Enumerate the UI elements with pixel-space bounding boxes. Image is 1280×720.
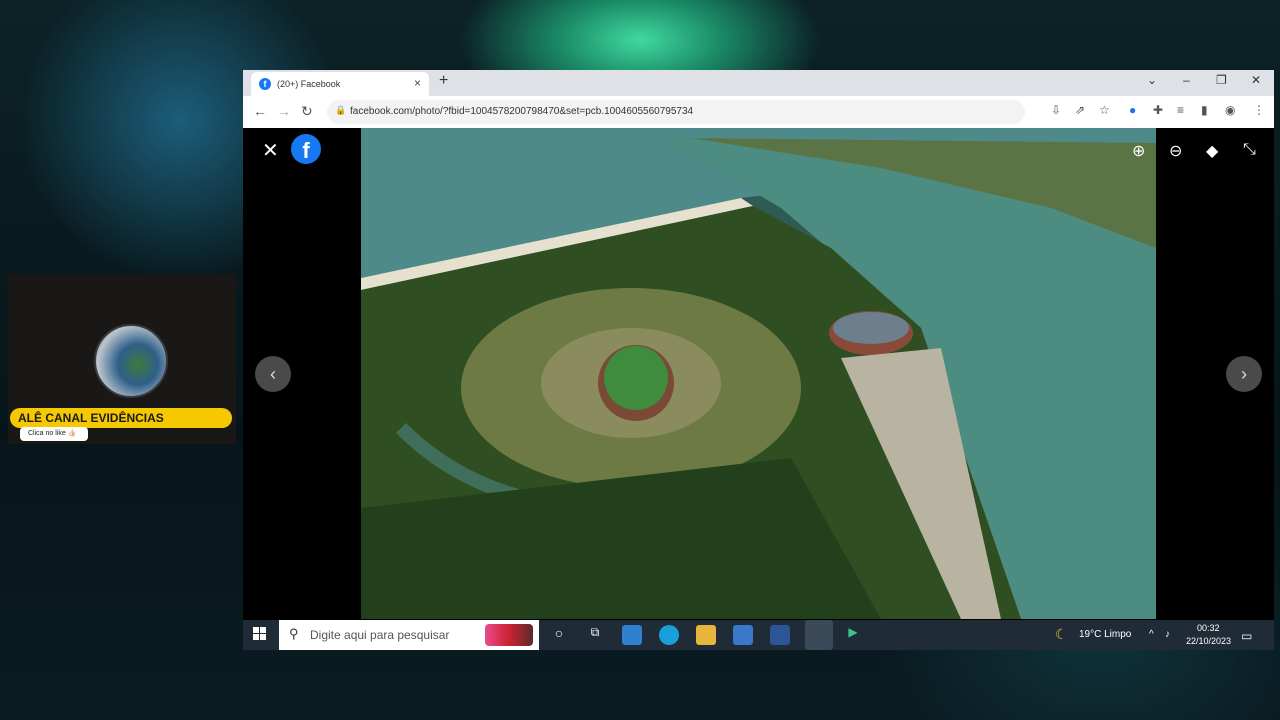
taskbar: ⚲ Digite aqui para pesquisar ○ ⧉ ▶ ☾ 19°… (243, 620, 1274, 650)
restore-button[interactable]: ❐ (1216, 73, 1227, 87)
close-viewer-icon[interactable]: ✕ (262, 138, 279, 163)
moon-icon: ☾ (1055, 626, 1068, 642)
search-icon: ⚲ (289, 626, 299, 641)
clock-time[interactable]: 00:32 (1197, 623, 1220, 633)
notifications-icon[interactable]: ▭ (1241, 629, 1252, 643)
zoom-in-icon[interactable]: ⊕ (1132, 141, 1145, 161)
task-view-icon[interactable]: ⧉ (585, 625, 605, 645)
collapse-icon[interactable]: ⤡ (1243, 141, 1256, 159)
close-window-button[interactable]: ✕ (1251, 73, 1261, 87)
cortana-icon[interactable]: ○ (549, 625, 569, 645)
edge-icon[interactable] (659, 625, 679, 645)
zoom-out-icon[interactable]: ⊖ (1169, 141, 1182, 161)
url-text: facebook.com/photo/?fbid=100457820079847… (350, 106, 694, 117)
extensions-puzzle-icon[interactable]: ✚ (1153, 103, 1163, 117)
side-panel-icon[interactable]: ▮ (1201, 103, 1208, 117)
mail-icon[interactable] (622, 625, 642, 645)
facebook-favicon-icon: f (259, 78, 271, 90)
lock-icon[interactable]: 🔒 (335, 105, 346, 116)
reload-icon[interactable]: ↻ (301, 103, 313, 120)
tab-bar: f (20+) Facebook × + ⌄ – ❐ ✕ (243, 70, 1274, 96)
taskbar-search-box[interactable]: ⚲ Digite aqui para pesquisar (279, 620, 539, 650)
weather-text[interactable]: 19°C Limpo (1079, 629, 1131, 640)
app-icon[interactable]: ▶ (843, 625, 863, 645)
address-bar: ← → ↻ 🔒 facebook.com/photo/?fbid=1004578… (243, 96, 1274, 128)
windows-start-icon[interactable] (253, 627, 267, 641)
tab-facebook[interactable]: f (20+) Facebook × (251, 72, 429, 96)
store-icon[interactable] (733, 625, 753, 645)
minimize-button[interactable]: – (1183, 73, 1190, 87)
previous-photo-button[interactable]: ‹ (255, 356, 291, 392)
tag-icon[interactable]: ◆ (1206, 141, 1218, 161)
back-icon[interactable]: ← (253, 103, 267, 119)
install-icon[interactable]: ⇩ (1051, 103, 1061, 117)
facebook-logo[interactable]: f (291, 134, 321, 164)
browser-window: f (20+) Facebook × + ⌄ – ❐ ✕ ← → ↻ 🔒 fac… (243, 70, 1274, 650)
tab-search-icon[interactable]: ⌄ (1147, 73, 1157, 87)
clock-date[interactable]: 22/10/2023 (1186, 636, 1231, 646)
reading-list-icon[interactable]: ≡ (1177, 103, 1184, 117)
forward-icon[interactable]: → (277, 103, 291, 119)
chrome-icon[interactable] (805, 620, 833, 650)
like-prompt: Clica no like 👍🏻 (20, 427, 88, 441)
bookmark-star-icon[interactable]: ☆ (1099, 103, 1110, 117)
word-icon[interactable] (770, 625, 790, 645)
tab-title: (20+) Facebook (277, 79, 341, 89)
search-placeholder: Digite aqui para pesquisar (310, 628, 450, 642)
next-photo-button[interactable]: › (1226, 356, 1262, 392)
new-tab-button[interactable]: + (439, 72, 448, 90)
menu-dots-icon[interactable]: ⋮ (1253, 103, 1265, 117)
file-explorer-icon[interactable] (696, 625, 716, 645)
photo-viewer: ✕ f ⊕ ⊖ ◆ ⤡ ‹ › (243, 128, 1274, 619)
search-highlight-image (485, 624, 533, 646)
share-icon[interactable]: ⇗ (1075, 103, 1085, 117)
profile-avatar-icon[interactable]: ◉ (1225, 103, 1235, 117)
channel-name-badge: ALÊ CANAL EVIDÊNCIAS (10, 408, 232, 428)
url-field[interactable]: 🔒 facebook.com/photo/?fbid=1004578200798… (327, 100, 1025, 124)
extension-icon[interactable]: ● (1129, 103, 1136, 117)
aerial-photo-image (361, 128, 1156, 619)
tab-close-icon[interactable]: × (414, 76, 421, 90)
volume-icon[interactable]: ♪ (1165, 629, 1170, 640)
tray-chevron-icon[interactable]: ^ (1149, 629, 1154, 640)
channel-avatar (94, 324, 168, 398)
aerial-photo[interactable] (361, 128, 1156, 619)
